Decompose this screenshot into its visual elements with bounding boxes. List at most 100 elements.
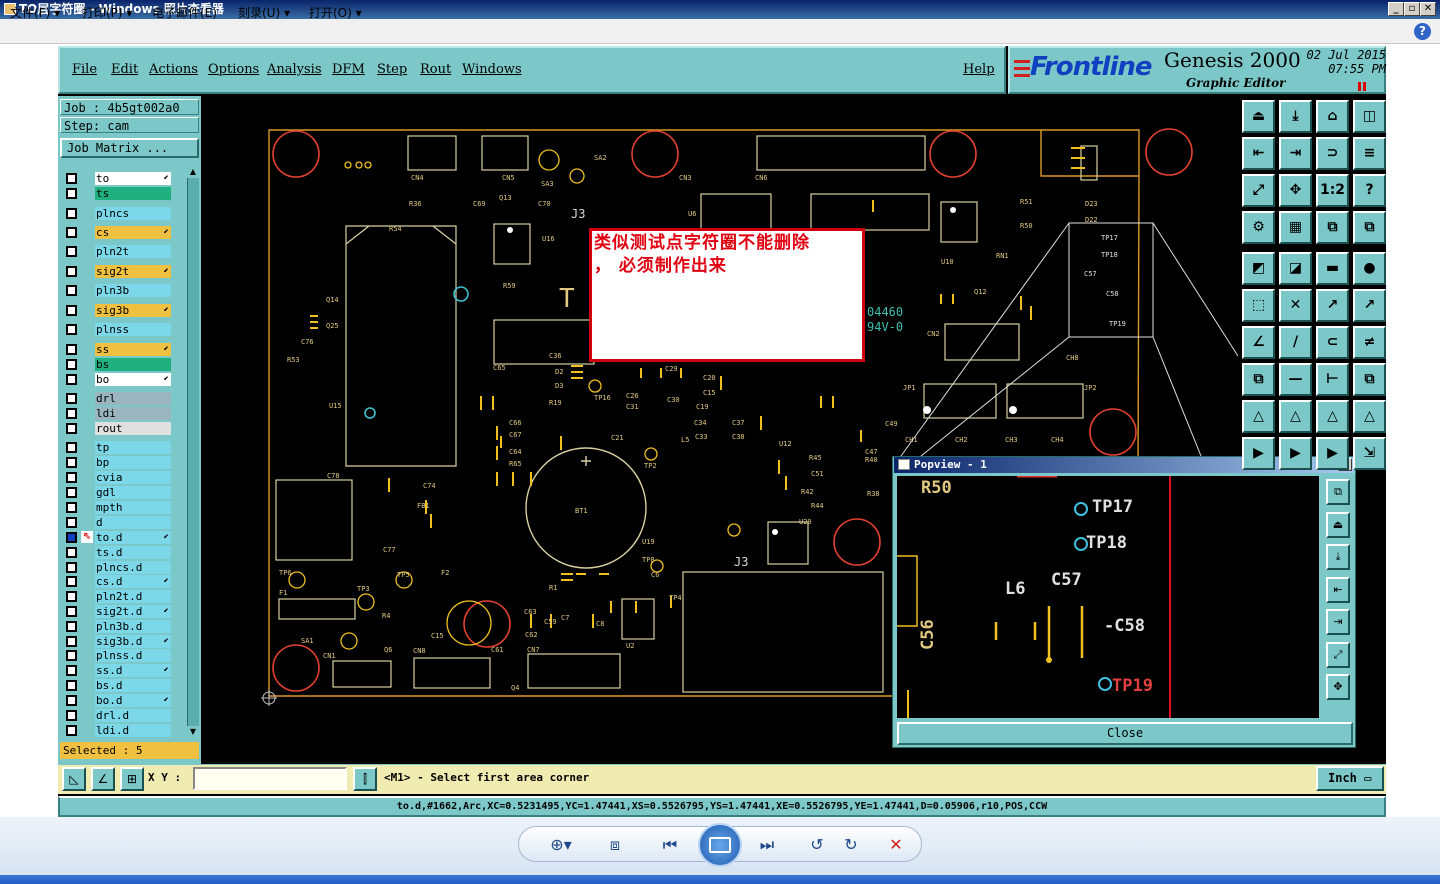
layer-checkbox[interactable]: [66, 285, 77, 296]
layer-name[interactable]: ss ⬋: [95, 343, 171, 356]
layer-row[interactable]: pln3b.d: [60, 619, 174, 633]
popview-tool-icon[interactable]: ⇥: [1326, 609, 1350, 635]
layer-name[interactable]: cvia: [95, 471, 171, 484]
layer-name[interactable]: pln2t: [95, 245, 171, 258]
menu-burn[interactable]: 刻录(U) ▾: [238, 4, 290, 22]
tool-button-icon[interactable]: ?: [1353, 174, 1386, 207]
layer-name[interactable]: cs ⬋: [95, 226, 171, 239]
layer-checkbox[interactable]: [66, 442, 77, 453]
layer-row[interactable]: drl: [60, 391, 174, 405]
layer-row[interactable]: cs ⬋: [60, 225, 174, 239]
genesis-menu-help[interactable]: Help: [963, 62, 995, 77]
layer-row[interactable]: tp: [60, 440, 174, 454]
rotate-right-icon[interactable]: ↻: [837, 833, 865, 857]
layer-checkbox[interactable]: [66, 650, 77, 661]
tool-button-icon[interactable]: ≡: [1353, 137, 1386, 170]
layer-checkbox[interactable]: [66, 305, 77, 316]
layer-row[interactable]: mpth: [60, 500, 174, 514]
layer-checkbox[interactable]: [66, 710, 77, 721]
layer-checkbox[interactable]: [66, 517, 77, 528]
layer-scrollbar[interactable]: [187, 166, 199, 738]
units-selector[interactable]: Inch ▭: [1316, 766, 1384, 791]
tool-button-icon[interactable]: ⧉: [1353, 363, 1386, 396]
layer-row[interactable]: sig2t.d ⬋: [60, 604, 174, 618]
previous-icon[interactable]: ⏮: [655, 833, 685, 857]
layer-name[interactable]: plnss.d: [95, 649, 171, 662]
tool-button-icon[interactable]: ●: [1353, 252, 1386, 285]
layer-checkbox[interactable]: [66, 695, 77, 706]
popview-tool-icon[interactable]: ✥: [1326, 674, 1350, 700]
menu-open[interactable]: 打开(O) ▾: [309, 4, 362, 22]
job-matrix-button[interactable]: Job Matrix ...: [60, 138, 199, 158]
layer-row[interactable]: ss ⬋: [60, 342, 174, 356]
tool-button-icon[interactable]: ⇲: [1353, 437, 1386, 470]
tool-button-icon[interactable]: —: [1279, 363, 1312, 396]
layer-checkbox[interactable]: [66, 725, 77, 736]
layer-row[interactable]: plnss: [60, 322, 174, 336]
layer-name[interactable]: pln2t.d: [95, 590, 171, 603]
tool-button-icon[interactable]: ✕: [1279, 289, 1312, 322]
tool-button-icon[interactable]: ▦: [1279, 211, 1312, 244]
layer-row[interactable]: bp: [60, 455, 174, 469]
layer-name[interactable]: to.d ⬋: [95, 531, 171, 544]
coordinate-mode-icon[interactable]: ⫿: [353, 767, 377, 791]
genesis-menu-file[interactable]: File: [72, 62, 97, 77]
layer-row[interactable]: plncs.d: [60, 560, 174, 574]
genesis-menu-edit[interactable]: Edit: [111, 62, 138, 77]
layer-name[interactable]: pln3b.d: [95, 620, 171, 633]
layer-row[interactable]: drl.d: [60, 708, 174, 722]
menu-email[interactable]: 电子邮件(E): [152, 4, 217, 22]
tool-button-icon[interactable]: ✥: [1279, 174, 1312, 207]
layer-name[interactable]: to ⬋: [95, 172, 171, 185]
layer-checkbox[interactable]: [66, 576, 77, 587]
rotate-left-icon[interactable]: ↺: [803, 833, 831, 857]
layer-checkbox[interactable]: [66, 547, 77, 558]
layer-checkbox[interactable]: [66, 472, 77, 483]
layer-name[interactable]: pln3b: [95, 284, 171, 297]
tool-button-icon[interactable]: /: [1279, 326, 1312, 359]
layer-row[interactable]: d: [60, 515, 174, 529]
layer-checkbox[interactable]: [66, 188, 77, 199]
next-icon[interactable]: ⏭: [752, 833, 782, 857]
layer-name[interactable]: bs.d: [95, 679, 171, 692]
layer-row[interactable]: ldi: [60, 406, 174, 420]
tool-button-icon[interactable]: ◪: [1279, 252, 1312, 285]
genesis-menu-step[interactable]: Step: [377, 62, 407, 77]
layer-row[interactable]: ts.d: [60, 545, 174, 559]
layer-checkbox[interactable]: [66, 227, 77, 238]
layer-checkbox[interactable]: [66, 532, 77, 543]
layer-name[interactable]: sig2t ⬋: [95, 265, 171, 278]
genesis-menu-options[interactable]: Options: [208, 62, 259, 77]
layer-name[interactable]: bp: [95, 456, 171, 469]
layer-name[interactable]: cs.d ⬋: [95, 575, 171, 588]
angle-icon[interactable]: ∠: [91, 767, 115, 791]
tool-button-icon[interactable]: ⊃: [1316, 137, 1349, 170]
help-icon[interactable]: ?: [1414, 23, 1431, 40]
scroll-down-icon[interactable]: ▼: [187, 726, 199, 738]
tool-button-icon[interactable]: ⧉: [1242, 363, 1275, 396]
layer-checkbox[interactable]: [66, 562, 77, 573]
tool-button-icon[interactable]: ⊂: [1316, 326, 1349, 359]
popview-close-button[interactable]: Close: [897, 722, 1353, 745]
tool-button-icon[interactable]: ⇥: [1279, 137, 1312, 170]
layer-name[interactable]: ss.d ⬋: [95, 664, 171, 677]
tool-button-icon[interactable]: ⊢: [1316, 363, 1349, 396]
layer-checkbox[interactable]: [66, 374, 77, 385]
tool-button-icon[interactable]: ≠: [1353, 326, 1386, 359]
layer-row[interactable]: sig3b.d ⬋: [60, 634, 174, 648]
layer-name[interactable]: drl.d: [95, 709, 171, 722]
layer-row[interactable]: gdl: [60, 485, 174, 499]
fit-icon[interactable]: ⧈: [600, 833, 630, 857]
layer-name[interactable]: d: [95, 516, 171, 529]
tool-button-icon[interactable]: ↗: [1316, 289, 1349, 322]
tool-button-icon[interactable]: ⧉: [1316, 211, 1349, 244]
layer-checkbox[interactable]: [66, 621, 77, 632]
tool-button-icon[interactable]: 1:2: [1316, 174, 1349, 207]
layer-row[interactable]: ⇖ to.d ⬋: [60, 530, 174, 544]
tool-button-icon[interactable]: ◩: [1242, 252, 1275, 285]
layer-row[interactable]: cvia: [60, 470, 174, 484]
close-window-button[interactable]: ✕: [1420, 2, 1436, 16]
tool-button-icon[interactable]: ↗: [1353, 289, 1386, 322]
tool-button-icon[interactable]: ⌂: [1316, 100, 1349, 133]
layer-checkbox[interactable]: [66, 457, 77, 468]
